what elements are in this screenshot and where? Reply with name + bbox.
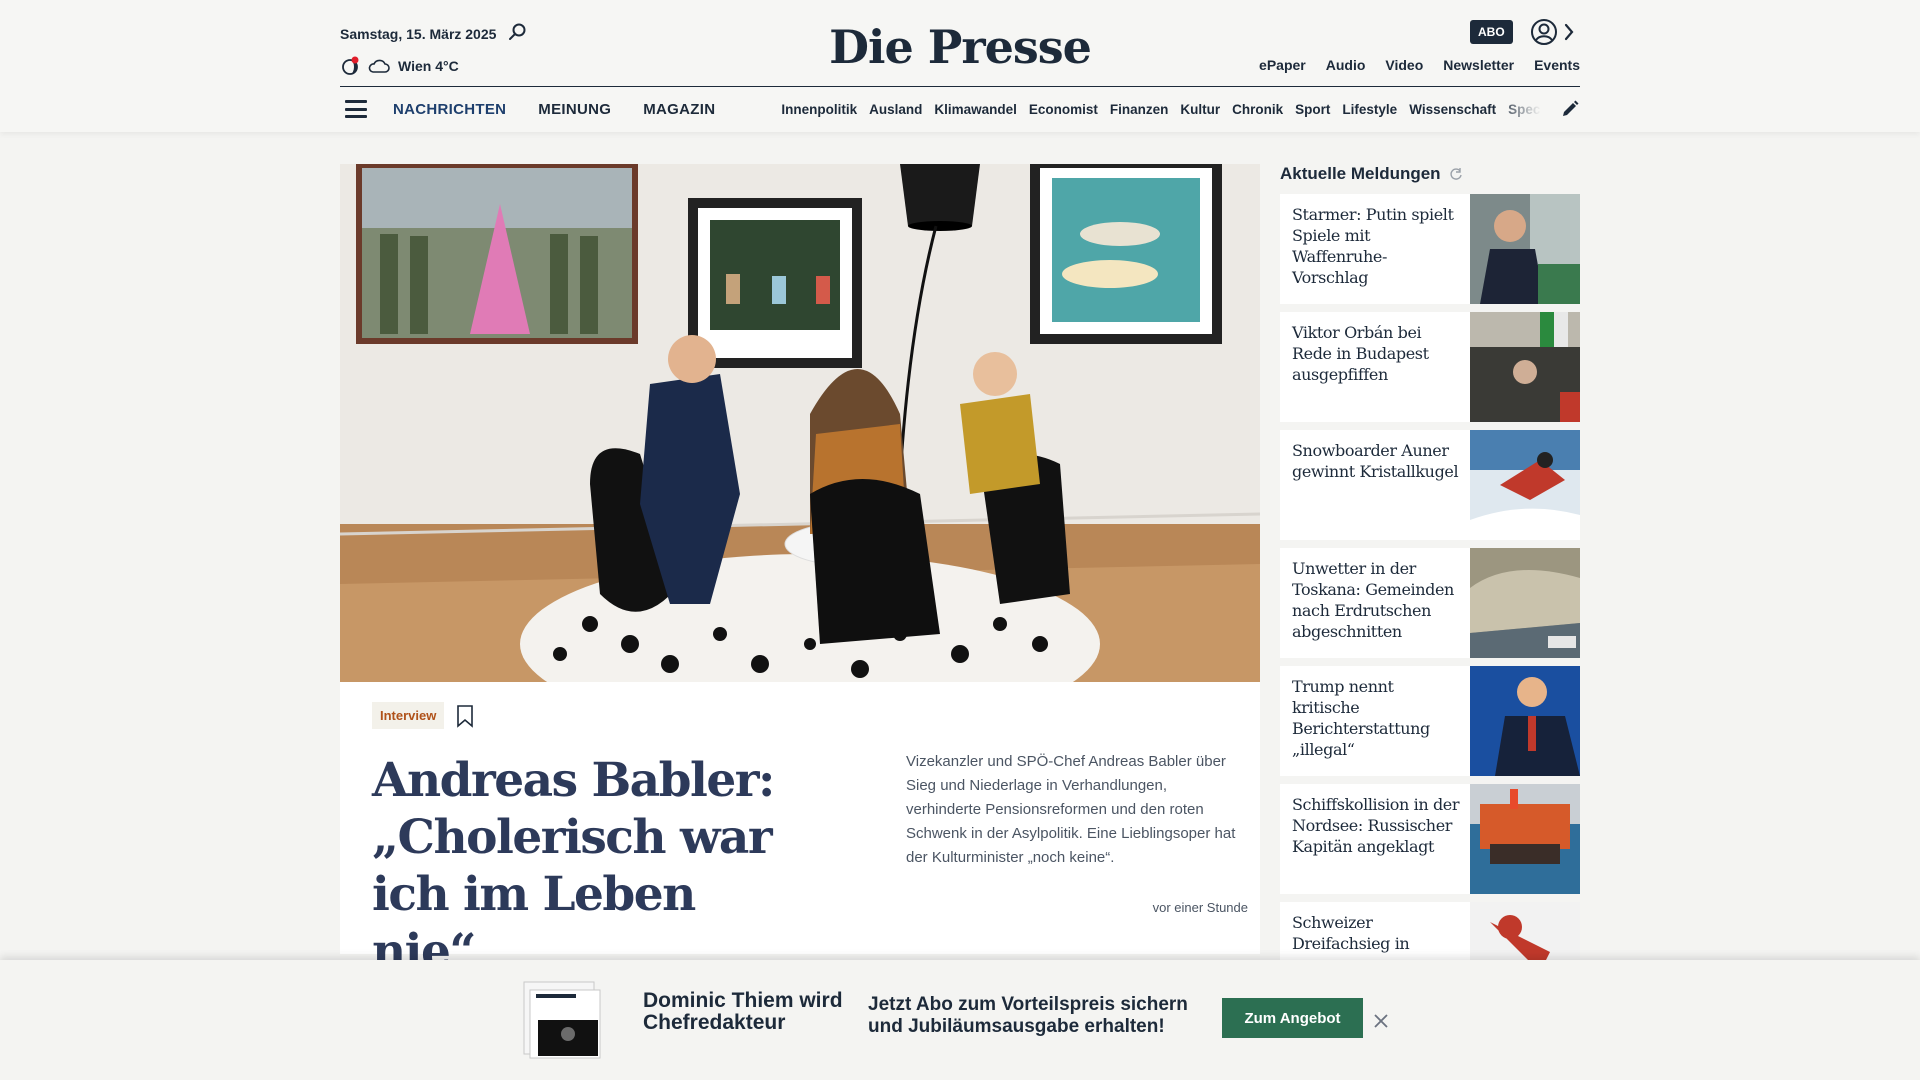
list-item[interactable]: Schiffskollision in der Nordsee: Russisc…	[1280, 784, 1580, 894]
bookmark-icon[interactable]	[456, 704, 474, 728]
news-list: Starmer: Putin spielt Spiele mit Waffenr…	[1280, 194, 1580, 1020]
hero-image[interactable]	[340, 164, 1260, 682]
link-newsletter[interactable]: Newsletter	[1443, 57, 1514, 73]
link-audio[interactable]: Audio	[1326, 57, 1366, 73]
dark-mode-icon[interactable]	[340, 56, 360, 76]
newspaper-image	[523, 981, 601, 1059]
nav-nachrichten[interactable]: NACHRICHTEN	[393, 101, 506, 118]
article-timestamp: vor einer Stunde	[1152, 900, 1248, 915]
list-item-title: Unwetter in der Toskana: Gemeinden nach …	[1292, 559, 1454, 641]
article-headline[interactable]: Andreas Babler: „Cholerisch war ich im L…	[372, 752, 792, 980]
nav-lifestyle[interactable]: Lifestyle	[1342, 102, 1397, 117]
banner-headline: Dominic Thiem wird Chefredakteur	[643, 989, 843, 1034]
list-item-title: Snowboarder Auner gewinnt Kristallkugel	[1292, 441, 1459, 481]
list-item-title: Trump nennt kritische Berichterstattung …	[1292, 677, 1430, 759]
link-video[interactable]: Video	[1385, 57, 1423, 73]
list-item-thumbnail	[1470, 784, 1580, 894]
cloud-icon	[368, 59, 390, 73]
weather-text: Wien 4°C	[398, 58, 459, 74]
link-epaper[interactable]: ePaper	[1259, 57, 1306, 73]
list-item-thumbnail	[1470, 548, 1580, 658]
header-divider	[340, 86, 1580, 87]
pencil-icon[interactable]	[1560, 99, 1580, 119]
menu-icon[interactable]	[345, 100, 367, 118]
sidebar-title: Aktuelle Meldungen	[1280, 164, 1463, 184]
nav-spectrum[interactable]: Spectrum	[1508, 102, 1541, 117]
list-item-thumbnail	[1470, 666, 1580, 776]
list-item-thumbnail	[1470, 430, 1580, 540]
nav-magazin[interactable]: MAGAZIN	[643, 101, 715, 118]
nav-subsections: Innenpolitik Ausland Klimawandel Economi…	[781, 102, 1541, 117]
close-icon[interactable]	[1373, 1013, 1389, 1029]
list-item-title: Schiffskollision in der Nordsee: Russisc…	[1292, 795, 1460, 856]
site-header: Samstag, 15. März 2025 Wien 4°C Die Pres…	[0, 0, 1920, 132]
article-tag[interactable]: Interview	[372, 702, 445, 729]
list-item[interactable]: Snowboarder Auner gewinnt Kristallkugel	[1280, 430, 1580, 540]
weather-widget[interactable]: Wien 4°C	[340, 56, 459, 76]
nav-main-sections: NACHRICHTEN MEINUNG MAGAZIN	[393, 101, 715, 118]
list-item-title: Starmer: Putin spielt Spiele mit Waffenr…	[1292, 205, 1454, 287]
main-navigation: NACHRICHTEN MEINUNG MAGAZIN Innenpolitik…	[340, 96, 1580, 122]
sidebar-title-text: Aktuelle Meldungen	[1280, 164, 1441, 183]
nav-wissenschaft[interactable]: Wissenschaft	[1409, 102, 1496, 117]
nav-meinung[interactable]: MEINUNG	[538, 101, 611, 118]
nav-kultur[interactable]: Kultur	[1180, 102, 1220, 117]
banner-text: Jetzt Abo zum Vorteilspreis sichern und …	[868, 994, 1188, 1037]
list-item[interactable]: Starmer: Putin spielt Spiele mit Waffenr…	[1280, 194, 1580, 304]
nav-chronik[interactable]: Chronik	[1232, 102, 1283, 117]
nav-sport[interactable]: Sport	[1295, 102, 1330, 117]
offer-button[interactable]: Zum Angebot	[1222, 998, 1363, 1038]
nav-economist[interactable]: Economist	[1029, 102, 1098, 117]
list-item[interactable]: Unwetter in der Toskana: Gemeinden nach …	[1280, 548, 1580, 658]
list-item[interactable]: Trump nennt kritische Berichterstattung …	[1280, 666, 1580, 776]
article-teaser: Vizekanzler und SPÖ-Chef Andreas Babler …	[906, 753, 1236, 866]
nav-ausland[interactable]: Ausland	[869, 102, 922, 117]
refresh-icon[interactable]	[1449, 167, 1463, 181]
nav-finanzen[interactable]: Finanzen	[1110, 102, 1169, 117]
list-item-title: Viktor Orbán bei Rede in Budapest ausgep…	[1292, 323, 1429, 384]
abo-button[interactable]: ABO	[1470, 20, 1513, 44]
site-logo[interactable]: Die Presse	[829, 20, 1092, 74]
subscription-banner: Dominic Thiem wird Chefredakteur Jetzt A…	[0, 960, 1920, 1080]
top-links: ePaper Audio Video Newsletter Events	[1259, 57, 1580, 73]
list-item-thumbnail	[1470, 312, 1580, 422]
chevron-right-icon[interactable]	[1562, 22, 1576, 42]
nav-innenpolitik[interactable]: Innenpolitik	[781, 102, 857, 117]
nav-klimawandel[interactable]: Klimawandel	[934, 102, 1017, 117]
user-account-icon[interactable]	[1530, 18, 1558, 46]
list-item-thumbnail	[1470, 194, 1580, 304]
current-date: Samstag, 15. März 2025	[340, 26, 497, 42]
link-events[interactable]: Events	[1534, 57, 1580, 73]
search-icon[interactable]	[508, 22, 528, 42]
article-card: Interview Andreas Babler: „Cholerisch wa…	[340, 682, 1260, 979]
list-item[interactable]: Viktor Orbán bei Rede in Budapest ausgep…	[1280, 312, 1580, 422]
